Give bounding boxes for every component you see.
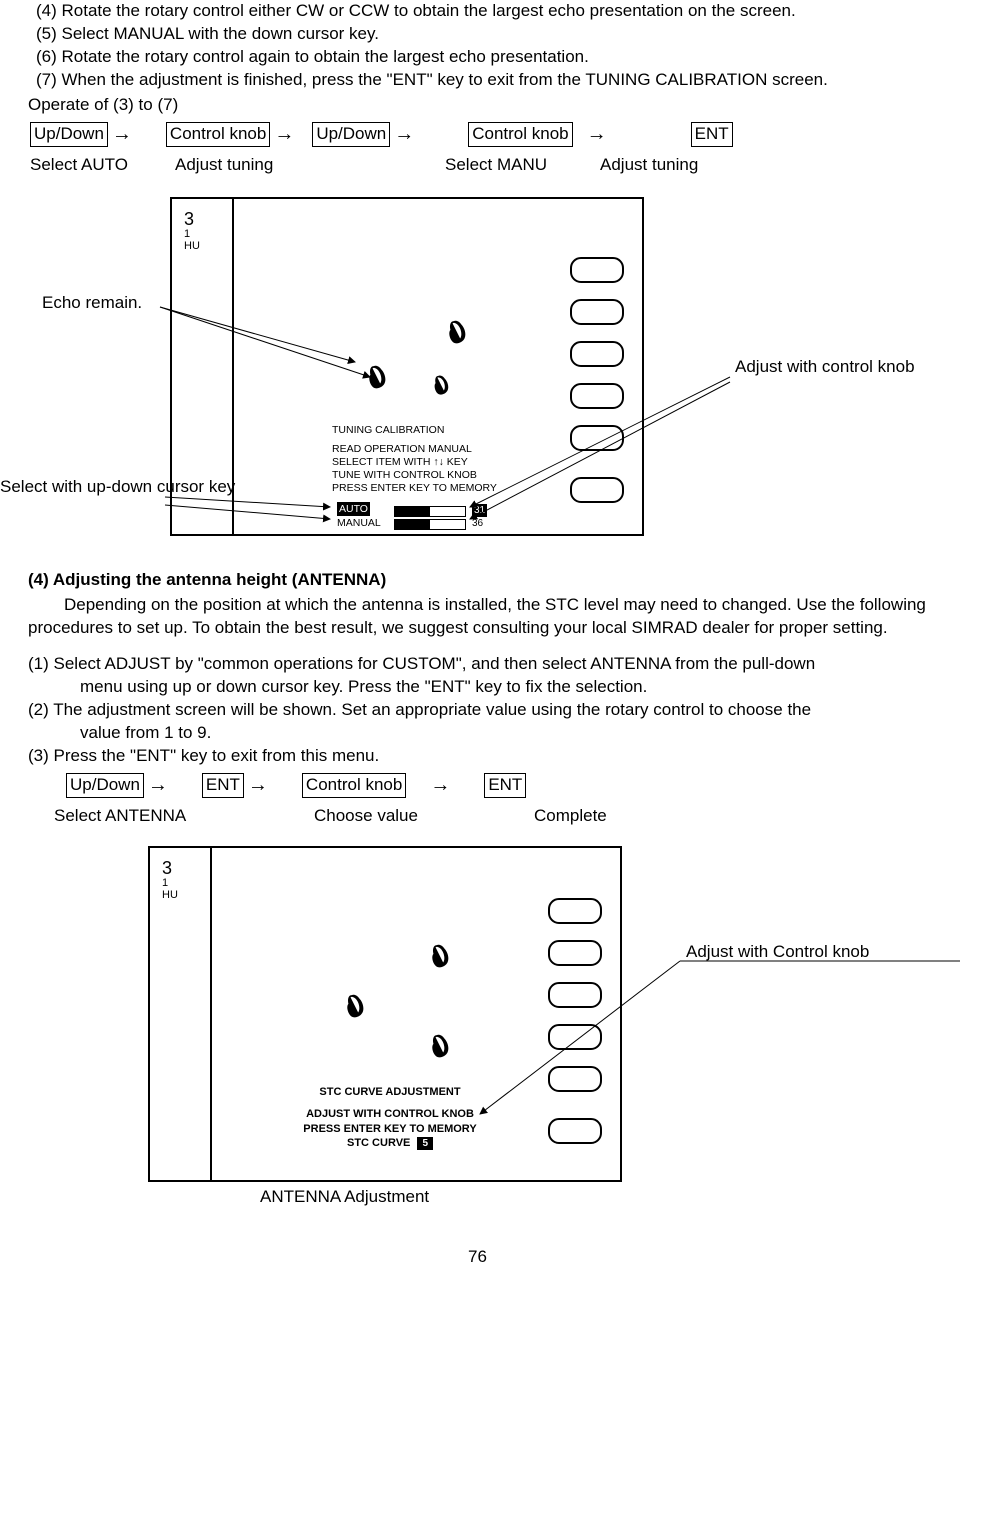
softkey-icon [570,299,624,325]
auto-tune-bar [394,506,466,517]
softkey-icon [548,1118,602,1144]
manual-label: MANUAL [337,516,381,530]
step-6: (6) Rotate the rotary control again to o… [36,46,945,69]
stc-curve-label: STC CURVE [347,1137,410,1149]
manual-tune-bar [394,519,466,530]
ant-step-1: (1) Select ADJUST by "common operations … [28,653,945,676]
step-7: (7) When the adjustment is finished, pre… [36,69,945,92]
echo-blob-icon [345,993,367,1019]
op2-label-complete: Complete [534,805,607,828]
op1-label-adjust-tuning: Adjust tuning [175,154,445,177]
op1-box-updown-2: Up/Down [312,122,390,147]
step-5: (5) Select MANUAL with the down cursor k… [36,23,945,46]
op2-box-updown: Up/Down [66,773,144,798]
echo-blob-icon [432,374,452,396]
page-number: 76 [0,1246,955,1269]
auto-value: 31 [472,504,487,518]
range-sub2: HU [184,239,200,254]
softkey-icon [570,425,624,451]
stc-curve-text: STC CURVE ADJUSTMENT ADJUST WITH CONTROL… [280,1085,500,1150]
section-4-heading: (4) Adjusting the antenna height (ANTENN… [28,569,955,592]
softkey-icon [548,1024,602,1050]
softkey-icon [570,383,624,409]
arrow-icon: → [248,772,268,799]
op1-box-updown: Up/Down [30,122,108,147]
radar-screen-2: 3 1 HU STC CURVE ADJUSTMENT ADJUST WITH … [148,846,622,1182]
arrow-icon: → [112,121,132,148]
softkey-icon [570,477,624,503]
annotation-echo-remain: Echo remain. [42,292,142,315]
operate-sequence-1: Up/Down → Control knob → Up/Down → Contr… [30,121,955,148]
softkey-icon [570,257,624,283]
step-4: (4) Rotate the rotary control either CW … [36,0,945,23]
op2-box-control-knob: Control knob [302,773,406,798]
op2-label-select-antenna: Select ANTENNA [54,805,314,828]
arrow-icon: → [587,121,607,148]
range-column: 3 1 HU [150,848,212,1180]
echo-blob-icon [447,319,469,345]
antenna-steps: (1) Select ADJUST by "common operations … [28,653,945,768]
ant-step-3: (3) Press the "ENT" key to exit from thi… [28,745,945,768]
annotation-adjust-knob: Adjust with control knob [735,357,915,377]
operate-labels-2: Select ANTENNA Choose value Complete [54,805,955,828]
step-list: (4) Rotate the rotary control either CW … [36,0,945,92]
softkey-icon [548,898,602,924]
radar-screen-1: 3 1 HU TUNING CALIBRATION READ OPERATION… [170,197,644,536]
op2-box-ent: ENT [202,773,244,798]
ant-step-2: (2) The adjustment screen will be shown.… [28,699,945,722]
range-column: 3 1 HU [172,199,234,534]
op2-box-ent-2: ENT [484,773,526,798]
softkey-icon [570,341,624,367]
auto-label: AUTO [337,502,370,516]
ant-step-1-cont: menu using up or down cursor key. Press … [28,676,945,699]
tuning-calibration-diagram: Echo remain. Select with up-down cursor … [0,197,955,557]
arrow-icon: → [274,121,294,148]
operate-sequence-2: Up/Down → ENT → Control knob → ENT [66,772,955,799]
softkey-icon [548,940,602,966]
op2-label-choose-value: Choose value [314,805,534,828]
manual-value: 36 [472,517,483,531]
ant-step-2-cont: value from 1 to 9. [28,722,945,745]
tuning-calibration-text: TUNING CALIBRATION READ OPERATION MANUAL… [332,424,497,496]
diagram2-caption: ANTENNA Adjustment [260,1186,429,1209]
softkey-icon [548,982,602,1008]
op1-box-control-knob: Control knob [166,122,270,147]
operate-heading: Operate of (3) to (7) [28,94,955,117]
arrow-icon: → [148,772,168,799]
op1-box-ent: ENT [691,122,733,147]
operate-labels-1: Select AUTO Adjust tuning Select MANU Ad… [30,154,955,177]
echo-blob-icon [367,364,389,390]
op1-label-adjust-tuning-2: Adjust tuning [600,154,698,177]
arrow-icon: → [394,121,414,148]
arrow-icon: → [430,772,450,799]
op1-label-select-manu: Select MANU [445,154,600,177]
op1-box-control-knob-2: Control knob [468,122,572,147]
op1-label-select-auto: Select AUTO [30,154,175,177]
softkey-icon [548,1066,602,1092]
stc-curve-value: 5 [417,1137,433,1150]
echo-blob-icon [430,943,452,969]
section-4-body: Depending on the position at which the a… [28,594,945,640]
echo-blob-icon [430,1033,452,1059]
annotation-adjust-knob-2: Adjust with Control knob [686,941,869,964]
range-sub2: HU [162,888,178,903]
antenna-adjustment-diagram: Adjust with Control knob 3 1 HU STC CURV… [0,846,955,1216]
